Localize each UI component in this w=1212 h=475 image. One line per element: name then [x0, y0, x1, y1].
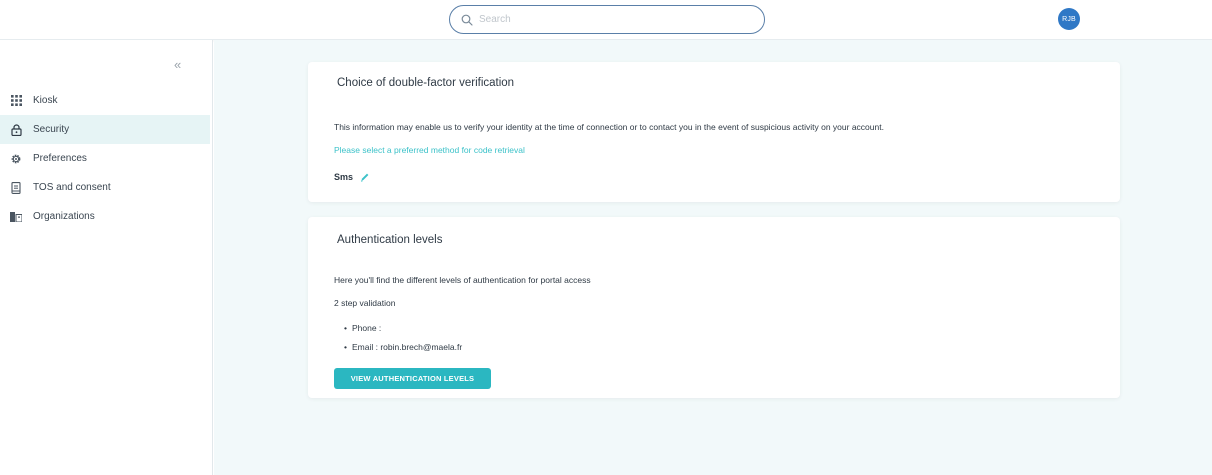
auth-levels-card: Authentication levels Here you'll find t…: [308, 217, 1120, 398]
main-content: Choice of double-factor verification Thi…: [214, 40, 1212, 475]
sidebar-item-security[interactable]: Security: [0, 115, 210, 144]
user-avatar[interactable]: RJB: [1058, 8, 1080, 30]
document-icon: [10, 181, 22, 194]
sidebar-item-preferences[interactable]: Preferences: [0, 144, 210, 173]
sidebar-item-label: Security: [33, 124, 70, 135]
sidebar-item-organizations[interactable]: Organizations: [0, 202, 210, 231]
sidebar-item-label: TOS and consent: [33, 182, 111, 193]
collapse-sidebar-icon[interactable]: «: [174, 58, 188, 72]
card-title: Authentication levels: [337, 234, 443, 246]
selected-method-row: Sms: [334, 172, 370, 182]
sidebar-item-tos[interactable]: TOS and consent: [0, 173, 210, 202]
building-icon: [10, 211, 22, 223]
view-authentication-levels-button[interactable]: VIEW AUTHENTICATION LEVELS: [334, 368, 491, 389]
phone-list-item: Phone :: [344, 323, 381, 333]
email-list-item: Email : robin.brech@maela.fr: [344, 342, 462, 352]
search-icon: [461, 14, 473, 26]
two-factor-card: Choice of double-factor verification Thi…: [308, 62, 1120, 202]
sidebar: « Kiosk Security Preferences TOS and con…: [0, 40, 213, 475]
sidebar-item-label: Kiosk: [33, 95, 58, 106]
lock-icon: [10, 123, 22, 136]
search-box[interactable]: [449, 5, 765, 34]
grid-icon: [10, 95, 22, 107]
selected-method-label: Sms: [334, 172, 354, 182]
select-method-link[interactable]: Please select a preferred method for cod…: [334, 145, 525, 155]
sidebar-item-label: Preferences: [33, 153, 87, 164]
card-title: Choice of double-factor verification: [337, 77, 515, 89]
search-input[interactable]: [479, 9, 739, 30]
auth-levels-description: Here you'll find the different levels of…: [334, 275, 591, 285]
auth-level-name: 2 step validation: [334, 298, 396, 308]
gear-icon: [10, 153, 22, 165]
sidebar-item-kiosk[interactable]: Kiosk: [0, 86, 210, 115]
sidebar-item-label: Organizations: [33, 211, 95, 222]
top-bar: RJB: [0, 0, 1212, 40]
edit-pencil-icon[interactable]: [360, 172, 370, 182]
sidebar-nav: Kiosk Security Preferences TOS and conse…: [0, 86, 210, 231]
two-factor-description: This information may enable us to verify…: [334, 122, 884, 132]
